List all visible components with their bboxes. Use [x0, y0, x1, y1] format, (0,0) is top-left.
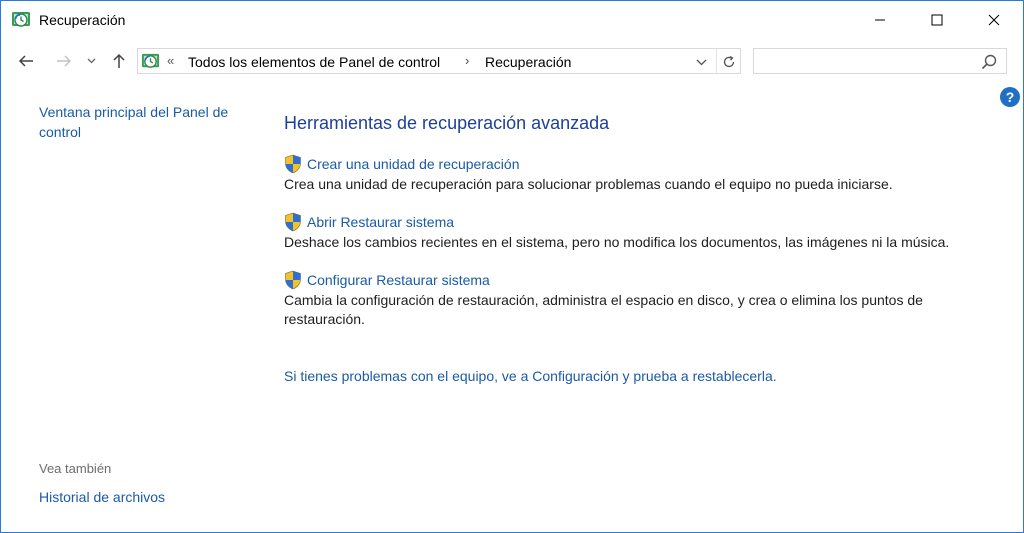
address-divider	[716, 49, 717, 73]
chevron-down-icon	[696, 59, 706, 65]
maximize-icon	[931, 14, 943, 26]
breadcrumb-control-panel[interactable]: Todos los elementos de Panel de control	[188, 54, 440, 70]
maximize-button[interactable]	[908, 1, 966, 39]
refresh-icon	[723, 55, 735, 68]
configure-system-restore-link[interactable]: Configurar Restaurar sistema	[284, 269, 1004, 291]
navigation-bar: « Todos los elementos de Panel de contro…	[1, 45, 1023, 77]
reset-pc-settings-link[interactable]: Si tienes problemas con el equipo, ve a …	[284, 368, 777, 384]
recovery-icon	[141, 53, 160, 68]
page-title: Herramientas de recuperación avanzada	[284, 113, 610, 133]
breadcrumb-separator[interactable]: ›	[465, 53, 469, 68]
forward-button[interactable]	[53, 49, 75, 73]
left-pane: Ventana principal del Panel de control	[39, 102, 259, 142]
control-panel-window: Recuperación « Todos los elementos de Pa…	[0, 0, 1024, 533]
task-description: Deshace los cambios recientes en el sist…	[284, 234, 950, 250]
task-label: Crear una unidad de recuperación	[307, 156, 520, 172]
uac-shield-icon	[285, 270, 301, 290]
search-icon[interactable]	[980, 53, 998, 71]
back-button[interactable]	[15, 49, 37, 73]
help-icon[interactable]: ?	[1000, 87, 1020, 107]
chevron-down-icon	[87, 58, 95, 64]
task-open-system-restore: Abrir Restaurar sistema Deshace los camb…	[284, 211, 1004, 252]
window-title: Recuperación	[39, 12, 126, 28]
file-history-link[interactable]: Historial de archivos	[39, 489, 165, 505]
task-label: Abrir Restaurar sistema	[307, 214, 455, 230]
task-label: Configurar Restaurar sistema	[307, 272, 490, 288]
arrow-right-icon	[57, 55, 72, 67]
task-create-recovery-drive: Crear una unidad de recuperación Crea un…	[284, 153, 1004, 194]
create-recovery-drive-link[interactable]: Crear una unidad de recuperación	[284, 153, 1004, 175]
refresh-button[interactable]	[718, 52, 740, 72]
control-panel-home-link[interactable]: Ventana principal del Panel de control	[39, 102, 259, 142]
task-configure-system-restore: Configurar Restaurar sistema Cambia la c…	[284, 269, 1004, 329]
minimize-button[interactable]	[851, 1, 909, 39]
search-input[interactable]	[753, 48, 1007, 74]
uac-shield-icon	[285, 154, 301, 174]
arrow-left-icon	[18, 55, 33, 67]
overflow-chevron[interactable]: «	[167, 53, 174, 68]
up-button[interactable]	[108, 49, 130, 73]
recovery-icon	[12, 12, 30, 27]
recent-locations-button[interactable]	[83, 49, 99, 73]
uac-shield-icon	[285, 212, 301, 232]
address-dropdown-button[interactable]	[692, 53, 710, 71]
arrow-up-icon	[113, 53, 125, 68]
open-system-restore-link[interactable]: Abrir Restaurar sistema	[284, 211, 1004, 233]
task-description: Crea una unidad de recuperación para sol…	[284, 176, 893, 192]
minimize-icon	[875, 19, 885, 21]
task-description: Cambia la configuración de restauración,…	[284, 292, 923, 327]
close-button[interactable]	[965, 1, 1023, 39]
address-bar[interactable]: « Todos los elementos de Panel de contro…	[137, 48, 741, 74]
title-bar[interactable]: Recuperación	[1, 1, 1023, 39]
see-also-label: Vea también	[39, 461, 112, 476]
breadcrumb-recovery[interactable]: Recuperación	[485, 54, 571, 70]
close-icon	[988, 14, 1000, 26]
main-content: Herramientas de recuperación avanzada Cr…	[284, 113, 1004, 346]
